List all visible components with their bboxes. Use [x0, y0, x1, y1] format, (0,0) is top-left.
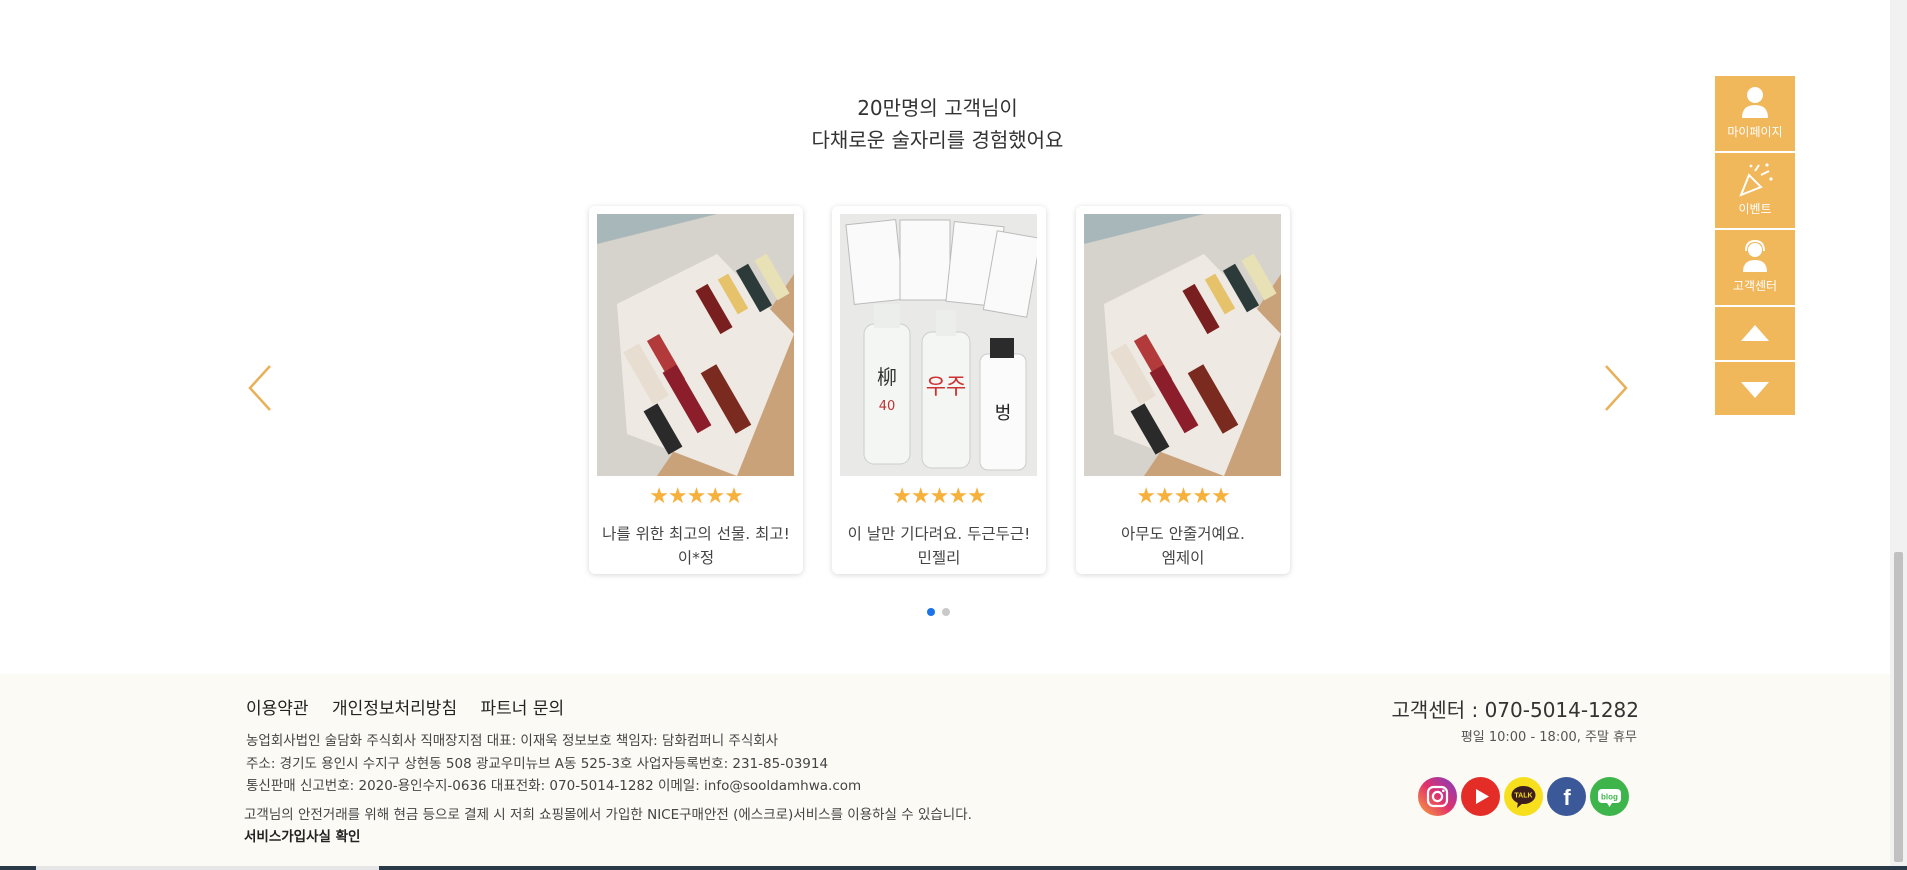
blog-icon: blog — [1590, 777, 1629, 816]
footer-links: 이용약관 개인정보처리방침 파트너 문의 — [246, 694, 582, 719]
review-photo — [1084, 214, 1281, 476]
company-info-line-1: 농업회사법인 술담화 주식회사 직매장지점 대표: 이재욱 정보보호 책임자: … — [246, 733, 779, 749]
carousel-next-button[interactable] — [1594, 362, 1634, 414]
company-info-line-2: 주소: 경기도 용인시 수지구 상현동 508 광교우미뉴브 A동 525-3호… — [246, 755, 829, 772]
review-text: 이 날만 기다려요. 두근두근! — [847, 525, 1031, 543]
mypage-button[interactable]: 마이페이지 — [1715, 76, 1795, 153]
svg-text:벙: 벙 — [995, 403, 1012, 424]
instagram-button[interactable] — [1418, 777, 1457, 816]
party-popper-icon — [1739, 163, 1773, 197]
escrow-notice: 고객님의 안전거래를 위해 현금 등으로 결제 시 저희 쇼핑몰에서 가입한 N… — [244, 804, 972, 848]
youtube-icon — [1461, 777, 1500, 816]
facebook-icon: f — [1547, 777, 1586, 816]
scroll-bottom-button[interactable] — [1715, 362, 1795, 417]
review-photo: 柳 40 우주 벙 — [840, 214, 1037, 476]
user-icon — [1742, 87, 1768, 118]
escrow-verify-link[interactable]: 서비스가입사실 확인 — [244, 826, 972, 848]
blog-button[interactable]: blog — [1590, 777, 1629, 816]
company-info-line-3: 통신판매 신고번호: 2020-용인수지-0636 대표전화: 070-5014… — [246, 778, 862, 794]
review-card[interactable]: 柳 40 우주 벙 ★★★★★ 이 날만 기다려요. 두근두근! 민젤리 — [832, 206, 1046, 574]
review-author: 민젤리 — [917, 549, 961, 567]
footer-link-privacy[interactable]: 개인정보처리방침 — [332, 699, 457, 719]
review-card[interactable]: ★★★★★ 아무도 안줄거예요. 엠제이 — [1076, 206, 1290, 574]
rating-stars: ★★★★★ — [892, 484, 987, 509]
event-label: 이벤트 — [1738, 202, 1772, 216]
rating-stars: ★★★★★ — [1136, 484, 1231, 509]
customer-center-button[interactable]: 고객센터 — [1715, 230, 1795, 307]
facebook-button[interactable]: f — [1547, 777, 1586, 816]
company-info: 농업회사법인 술담화 주식회사 직매장지점 대표: 이재욱 정보보호 책임자: … — [246, 730, 861, 798]
footer-link-partner[interactable]: 파트너 문의 — [481, 699, 565, 719]
event-button[interactable]: 이벤트 — [1715, 153, 1795, 230]
carousel-pagination — [927, 601, 957, 620]
review-text: 아무도 안줄거예요. — [1121, 525, 1245, 543]
review-author: 엠제이 — [1161, 549, 1205, 567]
floating-side-menu: 마이페이지 이벤트 고객센터 — [1715, 76, 1795, 417]
youtube-button[interactable] — [1461, 777, 1500, 816]
rating-stars: ★★★★★ — [649, 484, 744, 509]
chevron-right-icon — [1605, 365, 1628, 411]
kakaotalk-icon: TALK — [1504, 777, 1543, 816]
review-headline: 20만명의 고객님이 다채로운 술자리를 경험했어요 — [0, 92, 1875, 156]
svg-text:40: 40 — [879, 399, 896, 414]
kakaotalk-button[interactable]: TALK — [1504, 777, 1543, 816]
review-photo — [597, 214, 794, 476]
svg-text:f: f — [1563, 785, 1571, 810]
headline-line-2: 다채로운 술자리를 경험했어요 — [811, 128, 1064, 152]
sns-links: TALK f blog — [1418, 777, 1633, 816]
svg-text:blog: blog — [1601, 793, 1618, 802]
svg-text:柳: 柳 — [877, 365, 897, 389]
svg-text:TALK: TALK — [1514, 793, 1532, 800]
customer-center-hours: 평일 10:00 - 18:00, 주말 휴무 — [1460, 730, 1637, 745]
customer-center-phone: 고객센터 : 070-5014-1282 — [1391, 698, 1639, 722]
triangle-down-icon — [1741, 382, 1769, 398]
pagination-dot-1[interactable] — [927, 608, 935, 616]
mypage-label: 마이페이지 — [1727, 125, 1783, 139]
instagram-icon — [1418, 777, 1457, 816]
scrollbar-thumb[interactable] — [1894, 552, 1903, 862]
escrow-text: 고객님의 안전거래를 위해 현금 등으로 결제 시 저희 쇼핑몰에서 가입한 N… — [244, 807, 972, 823]
headset-icon — [1743, 239, 1767, 272]
triangle-up-icon — [1741, 325, 1769, 341]
footer-link-terms[interactable]: 이용약관 — [246, 699, 309, 719]
site-footer: 이용약관 개인정보처리방침 파트너 문의 농업회사법인 술담화 주식회사 직매장… — [0, 674, 1890, 870]
review-text: 나를 위한 최고의 선물. 최고! — [602, 525, 790, 543]
headline-line-1: 20만명의 고객님이 — [857, 96, 1018, 120]
svg-text:우주: 우주 — [926, 375, 966, 400]
review-card[interactable]: ★★★★★ 나를 위한 최고의 선물. 최고! 이*정 — [589, 206, 803, 574]
customer-center-label: 고객센터 — [1732, 279, 1778, 293]
page-scrollbar[interactable] — [1890, 0, 1907, 866]
bottom-strip-segment — [36, 866, 379, 870]
review-author: 이*정 — [677, 549, 715, 567]
chevron-left-icon — [248, 365, 271, 411]
carousel-prev-button[interactable] — [242, 362, 282, 414]
bottom-strip — [0, 866, 1907, 870]
scroll-top-button[interactable] — [1715, 307, 1795, 362]
pagination-dot-2[interactable] — [942, 608, 950, 616]
